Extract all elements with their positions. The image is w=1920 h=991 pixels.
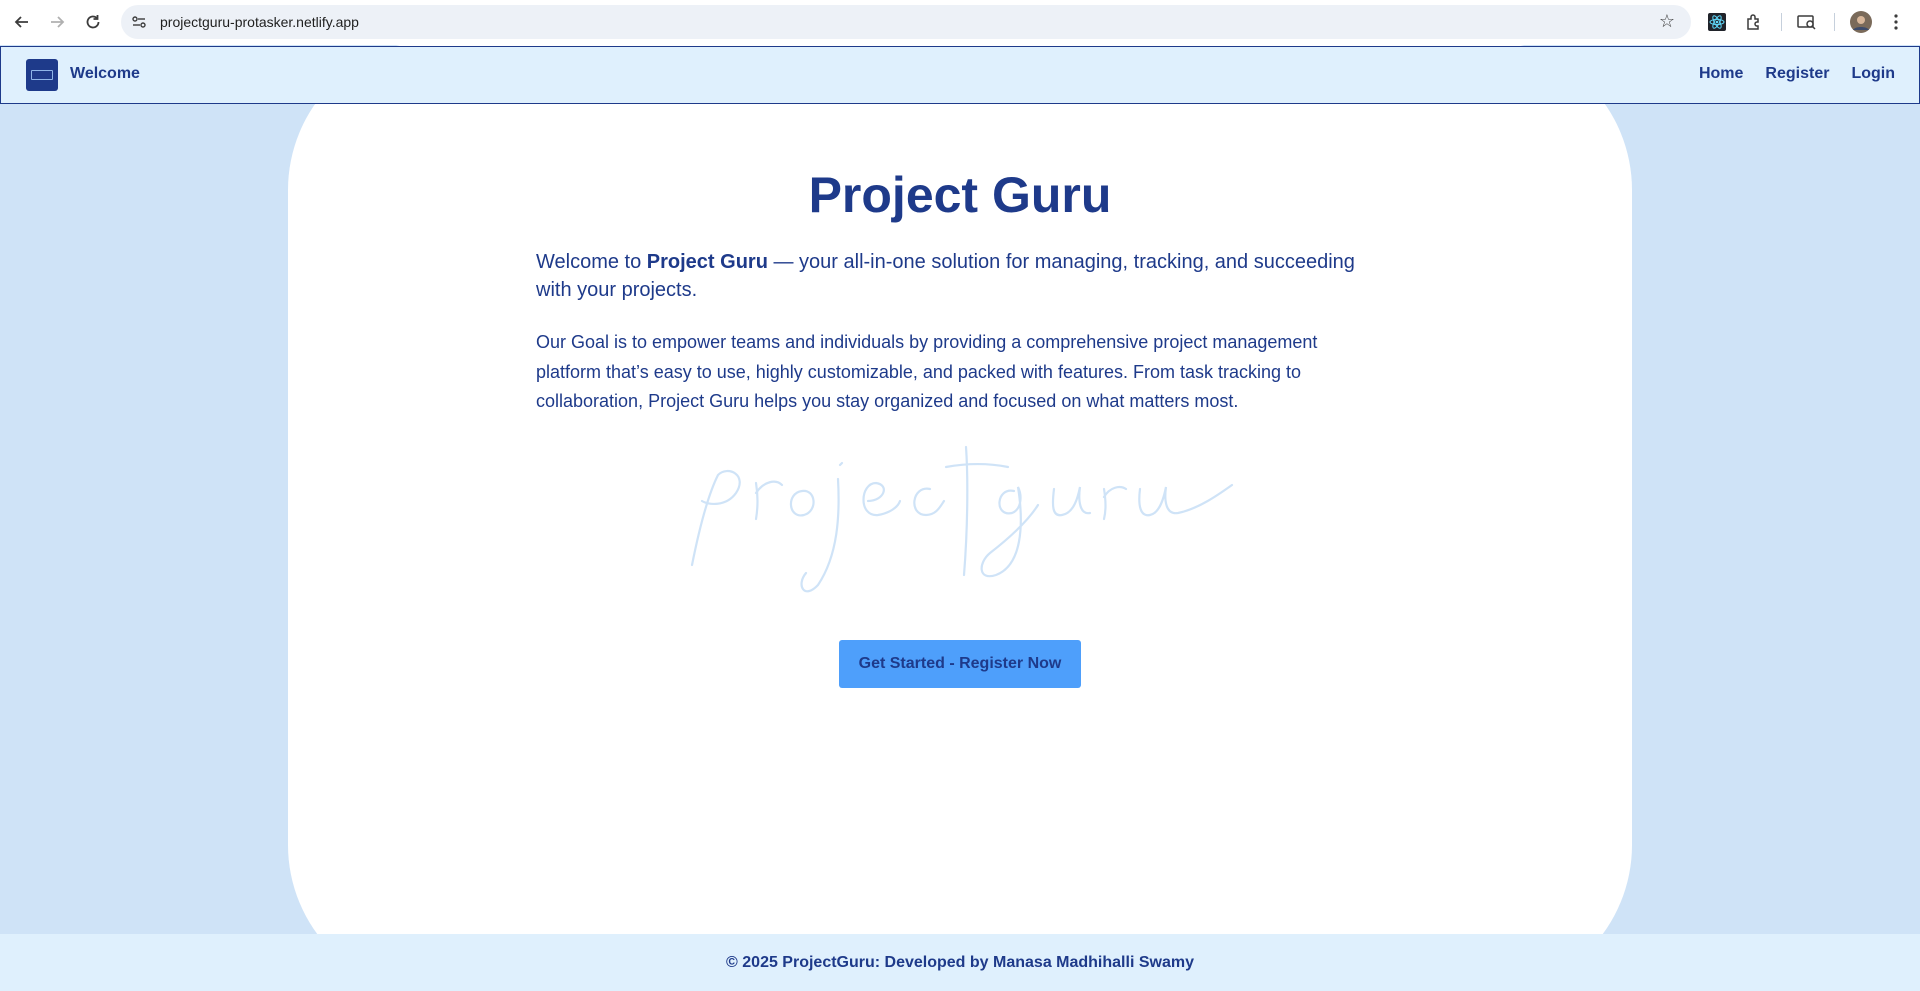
nav-home-link[interactable]: Home <box>1699 65 1743 83</box>
intro-brand: Project Guru <box>646 251 768 273</box>
navbar-brand[interactable]: Welcome <box>70 65 140 83</box>
react-devtools-icon[interactable] <box>1705 10 1729 34</box>
app-navbar: Welcome Home Register Login <box>0 46 1920 104</box>
menu-kebab-icon[interactable] <box>1884 10 1908 34</box>
url-text[interactable]: projectguru-protasker.netlify.app <box>160 14 359 30</box>
nav-register-link[interactable]: Register <box>1765 65 1829 83</box>
back-arrow-icon[interactable] <box>9 9 35 35</box>
logo[interactable] <box>26 59 58 91</box>
nav-links: Home Register Login <box>1677 65 1895 83</box>
tab-search-icon[interactable] <box>1795 10 1819 34</box>
watermark-logo <box>690 445 1234 593</box>
logo-mark <box>31 70 53 80</box>
page-title: Project Guru <box>808 167 1112 223</box>
toolbar-divider <box>1781 13 1782 31</box>
nav-login-link[interactable]: Login <box>1851 65 1895 83</box>
footer: © 2025 ProjectGuru: Developed by Manasa … <box>0 934 1920 991</box>
goal-text: Our Goal is to empower teams and individ… <box>536 332 1318 411</box>
intro-prefix: Welcome to <box>536 251 647 273</box>
browser-toolbar: projectguru-protasker.netlify.app ☆ <box>0 0 1920 45</box>
star-icon[interactable]: ☆ <box>1657 12 1677 32</box>
forward-arrow-icon[interactable] <box>44 9 70 35</box>
extensions-icon[interactable] <box>1742 10 1766 34</box>
profile-avatar-icon[interactable] <box>1849 10 1873 34</box>
address-bar[interactable]: projectguru-protasker.netlify.app ☆ <box>121 5 1691 39</box>
reload-icon[interactable] <box>80 9 106 35</box>
footer-copyright: © 2025 ProjectGuru: Developed by Manasa … <box>726 953 1194 971</box>
intro-text: Welcome to Project Guru — your all-in-on… <box>536 248 1376 304</box>
toolbar-divider <box>1834 13 1835 31</box>
get-started-button[interactable]: Get Started - Register Now <box>839 640 1081 688</box>
site-info-icon[interactable] <box>128 11 150 33</box>
